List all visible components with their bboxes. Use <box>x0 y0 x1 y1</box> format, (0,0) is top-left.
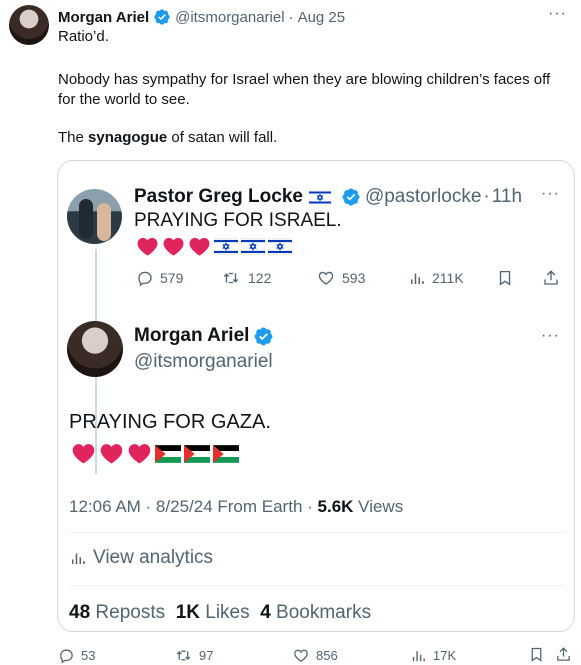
reply-author-row: Morgan Ariel <box>134 325 278 347</box>
parent-author-name: Pastor Greg Locke <box>134 186 303 207</box>
parent-views-action: 211K <box>408 266 464 290</box>
parent-like-count: 593 <box>342 270 366 286</box>
parent-view-count: 211K <box>432 270 464 286</box>
divider <box>69 585 565 586</box>
reply-author-name: Morgan Ariel <box>134 325 250 346</box>
reply-emoji-row <box>71 441 239 466</box>
tweet-text-line3: The synagogue of satan will fall. <box>58 128 277 148</box>
parent-emoji-row <box>136 235 292 258</box>
reply-timestamp: 12:06 AM · 8/25/24 From Earth · <box>69 497 318 516</box>
more-options-icon[interactable]: ··· <box>548 6 567 22</box>
parent-reply-count: 579 <box>160 270 184 286</box>
view-analytics-label: View analytics <box>93 547 214 568</box>
parent-like-action: 593 <box>316 266 365 290</box>
quoted-card[interactable]: Pastor Greg Locke @pastorlocke · 11h ···… <box>57 160 575 632</box>
analytics-icon <box>411 273 424 284</box>
israel-flag-icon <box>214 238 238 255</box>
tweet-header: Morgan Ariel @itsmorganariel · Aug 25 <box>58 7 345 27</box>
analytics-icon <box>412 650 425 661</box>
view-count: 17K <box>433 647 457 663</box>
divider <box>69 532 565 533</box>
verified-badge-icon <box>342 188 360 206</box>
parent-author-handle: @pastorlocke <box>364 186 482 207</box>
reply-stats: 48 Reposts 1K Likes 4 Bookmarks <box>69 602 371 624</box>
parent-separator: · <box>483 186 490 207</box>
repost-count: 97 <box>199 647 214 663</box>
view-analytics: View analytics <box>69 547 213 569</box>
parent-time: 11h <box>491 186 523 207</box>
red-heart-icon <box>100 444 123 464</box>
bookmark-icon[interactable] <box>528 646 545 663</box>
parent-more-icon: ··· <box>541 185 560 202</box>
parent-action-bar: 579 122 593 211K <box>58 266 574 290</box>
reply-meta: 12:06 AM · 8/25/24 From Earth · 5.6K Vie… <box>69 497 403 517</box>
red-heart-icon <box>163 237 184 256</box>
reply-views-count: 5.6K <box>317 497 354 516</box>
like-button[interactable]: 856 <box>292 645 338 665</box>
reposts-label: Reposts <box>90 602 166 623</box>
palestine-flag-icon <box>155 444 181 463</box>
israel-flag-icon <box>241 238 265 255</box>
analytics-icon <box>72 553 85 564</box>
likes-count: 1K <box>175 602 200 623</box>
parent-tweet-text: PRAYING FOR ISRAEL. <box>134 210 342 231</box>
like-icon <box>294 649 308 662</box>
reply-author-avatar <box>67 321 123 377</box>
parent-author-avatar <box>67 189 122 244</box>
views-button[interactable]: 17K <box>410 645 456 665</box>
verified-badge-icon <box>154 9 170 25</box>
bookmarks-label: Bookmarks <box>270 602 372 623</box>
like-count: 856 <box>316 647 338 663</box>
reply-icon <box>138 271 152 287</box>
red-heart-icon <box>128 444 151 464</box>
author-name[interactable]: Morgan Ariel <box>58 9 149 26</box>
like-icon <box>318 271 334 285</box>
repost-icon <box>223 272 239 284</box>
author-avatar[interactable] <box>9 5 49 45</box>
israel-flag-icon <box>268 238 292 255</box>
reposts-count: 48 <box>69 602 91 623</box>
bookmark-icon <box>499 270 511 286</box>
parent-repost-count: 122 <box>248 270 272 286</box>
reply-count: 53 <box>81 647 96 663</box>
parent-tweet-header: Pastor Greg Locke @pastorlocke · 11h <box>134 185 522 209</box>
reply-icon <box>60 649 73 663</box>
reply-button[interactable]: 53 <box>58 645 95 665</box>
verified-badge-icon <box>254 327 273 345</box>
author-handle[interactable]: @itsmorganariel <box>175 9 284 26</box>
parent-reply-action: 579 <box>136 266 183 290</box>
repost-button[interactable]: 97 <box>174 645 213 665</box>
red-heart-icon <box>137 237 158 256</box>
red-heart-icon <box>72 444 95 464</box>
red-heart-icon <box>189 237 210 256</box>
tweet-date[interactable]: Aug 25 <box>298 9 346 26</box>
israel-flag-icon <box>308 189 331 205</box>
palestine-flag-icon <box>184 444 210 463</box>
header-separator: · <box>288 8 294 26</box>
parent-repost-action: 122 <box>220 266 271 290</box>
share-icon <box>544 270 558 285</box>
line3-prefix: The <box>58 129 89 146</box>
tweet-text-line1: Ratio’d. <box>58 28 109 45</box>
reply-tweet-text: PRAYING FOR GAZA. <box>69 411 271 433</box>
tweet-action-bar: 53 97 856 17K <box>0 645 581 665</box>
likes-label: Likes <box>199 602 250 623</box>
reply-author-handle: @itsmorganariel <box>134 351 273 372</box>
repost-icon <box>176 650 191 660</box>
tweet-text-line2: Nobody has sympathy for Israel when they… <box>58 71 551 108</box>
reply-views-label: Views <box>353 497 404 516</box>
share-icon[interactable] <box>555 646 572 663</box>
reply-more-icon: ··· <box>541 327 560 344</box>
palestine-flag-icon <box>213 444 239 463</box>
line3-bold: synagogue <box>88 129 168 146</box>
line3-suffix: of satan will fall. <box>167 129 278 146</box>
bookmarks-count: 4 <box>260 602 271 623</box>
